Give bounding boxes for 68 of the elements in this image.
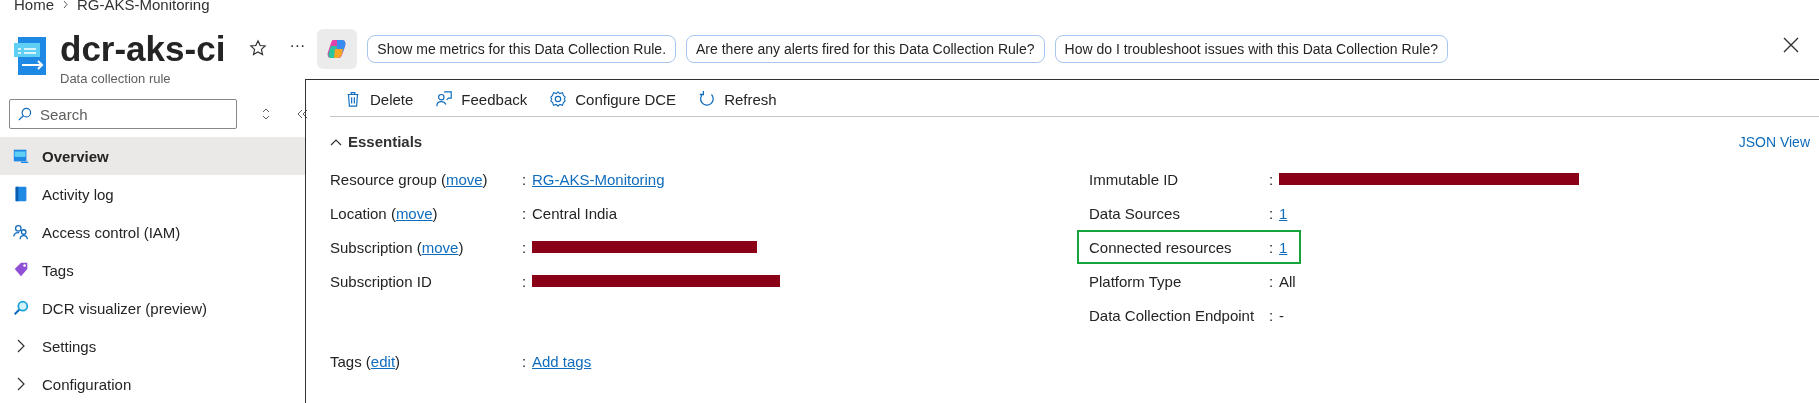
nav-item[interactable]: Tags	[0, 251, 305, 289]
resource-type: Data collection rule	[60, 71, 172, 86]
resource-title: dcr-aks-ci	[60, 29, 226, 69]
breadcrumb-link[interactable]: RG-AKS-Monitoring	[77, 0, 210, 13]
colon: :	[522, 352, 528, 370]
count-link[interactable]: 1	[1279, 204, 1288, 222]
value-link[interactable]: RG-AKS-Monitoring	[532, 170, 665, 188]
nav-item[interactable]: Access control (IAM)	[0, 213, 305, 251]
chevron-icon	[330, 137, 342, 146]
colon: :	[1269, 204, 1275, 222]
field-label: Tags (edit)	[330, 352, 402, 370]
toolbar-button[interactable]: Delete	[344, 90, 414, 108]
collapse-button[interactable]	[297, 109, 309, 119]
colon: :	[522, 170, 528, 188]
people-icon	[12, 223, 30, 241]
toolbar-button[interactable]: Feedback	[435, 90, 528, 108]
count-link[interactable]: 1	[1279, 238, 1288, 256]
toolbar-button[interactable]: Configure DCE	[549, 90, 677, 108]
settings-icon	[549, 90, 568, 108]
field-label: Data Collection Endpoint	[1089, 306, 1256, 324]
colon: :	[1269, 272, 1275, 290]
suggestion-chip[interactable]: How do I troubleshoot issues with this Data Collection Rule?	[1054, 35, 1449, 63]
nav-item[interactable]: Settings	[0, 327, 305, 365]
field-label: Connected resources	[1089, 238, 1233, 256]
close-button[interactable]	[1783, 37, 1799, 53]
favorite-button[interactable]	[249, 39, 268, 57]
field-label: Platform Type	[1089, 272, 1183, 290]
magnifier-icon	[12, 299, 30, 317]
nav-item[interactable]: Overview	[0, 137, 305, 175]
resource-icon	[14, 35, 48, 77]
nav-item[interactable]: Activity log	[0, 175, 305, 213]
field-value: All	[1279, 272, 1296, 290]
more-button[interactable]: ···	[289, 37, 306, 55]
field-value: Central India	[532, 204, 618, 222]
colon: :	[1269, 306, 1275, 324]
move-link[interactable]: edit	[370, 352, 396, 370]
breadcrumb-link[interactable]: Home	[14, 0, 54, 13]
value-link[interactable]: Add tags	[532, 352, 592, 370]
move-link[interactable]: move	[445, 170, 483, 188]
field-label: Immutable ID	[1089, 170, 1180, 188]
field-label: Location (move)	[330, 204, 439, 222]
search-icon	[17, 107, 32, 122]
colon: :	[1269, 238, 1275, 256]
suggestion-chip[interactable]: Are there any alerts fired for this Data Collection Rule?	[686, 35, 1045, 63]
feedback-icon	[435, 90, 454, 108]
search-field[interactable]: Search	[9, 99, 237, 129]
move-link[interactable]: move	[395, 204, 433, 222]
field-label: Subscription (move)	[330, 238, 465, 256]
colon: :	[522, 204, 528, 222]
colon: :	[522, 238, 528, 256]
colon: :	[522, 272, 528, 290]
field-value: -	[1279, 306, 1284, 324]
nav-item[interactable]: DCR visualizer (preview)	[0, 289, 305, 327]
copilot-button[interactable]	[317, 29, 358, 69]
field-label: Resource group (move)	[330, 170, 489, 188]
refresh-icon	[698, 90, 717, 108]
toolbar-button[interactable]: Refresh	[698, 90, 777, 108]
json-view-link[interactable]: JSON View	[1738, 133, 1810, 150]
essentials-toggle[interactable]: Essentials	[330, 133, 423, 150]
colon: :	[1269, 170, 1275, 188]
field-label: Data Sources	[1089, 204, 1181, 222]
tag-icon	[12, 261, 30, 279]
chevron-icon	[62, 0, 69, 9]
list-icon	[12, 147, 30, 165]
sort-button[interactable]	[261, 108, 271, 120]
nav-item[interactable]: Configuration	[0, 365, 305, 403]
suggestion-chip[interactable]: Show me metrics for this Data Collection Rule.	[367, 35, 677, 63]
field-label: Subscription ID	[330, 272, 433, 290]
